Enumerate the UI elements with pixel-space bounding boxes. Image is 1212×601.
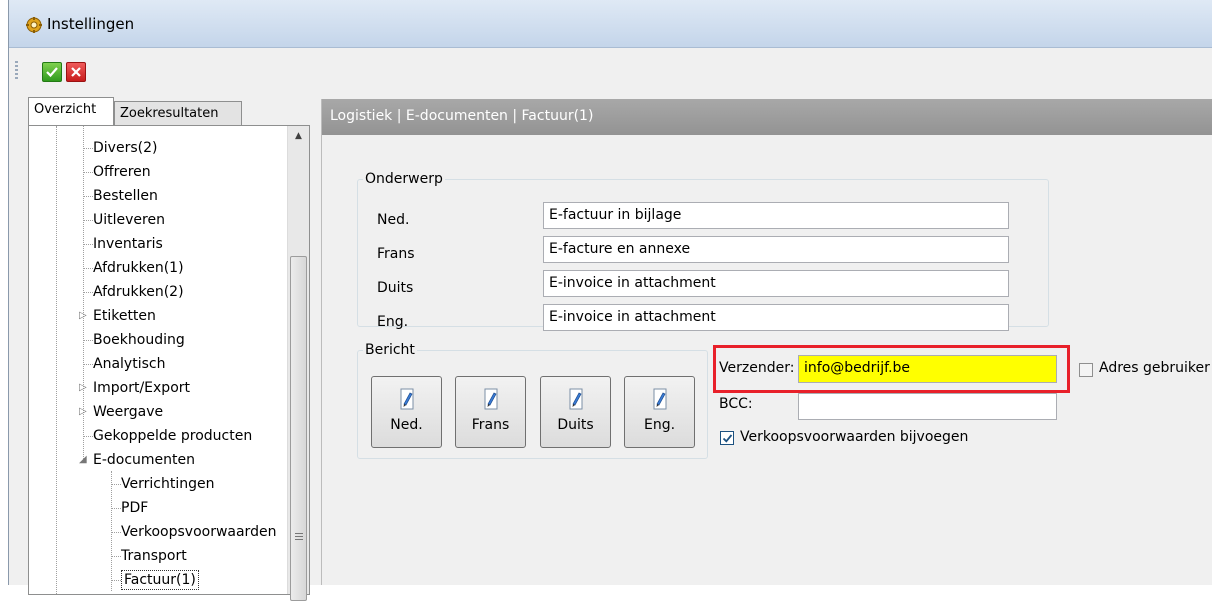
pencil-icon	[569, 388, 583, 410]
tree-list: Divers(2) Offreren Bestellen Uitleveren Inve…	[29, 126, 287, 594]
settings-tree: Divers(2) Offreren Bestellen Uitleveren Inve…	[28, 125, 310, 601]
tree-guide-line	[56, 126, 57, 594]
adres-gebruiker-label: Adres gebruiker	[1099, 360, 1210, 376]
expand-triangle-icon[interactable]: ▷	[79, 406, 87, 417]
tree-item[interactable]: Import/Export	[93, 377, 190, 399]
bcc-label: BCC:	[719, 396, 753, 412]
tree-item[interactable]: Transport	[121, 545, 187, 567]
onderwerp-input-duits[interactable]: E-invoice in attachment	[543, 270, 1009, 297]
tree-item[interactable]: Weergave	[93, 401, 163, 423]
tab-overzicht[interactable]: Overzicht	[28, 97, 114, 125]
tree-guide-line	[84, 292, 93, 293]
breadcrumb: Logistiek | E-documenten | Factuur(1)	[330, 108, 594, 124]
tree-item[interactable]: Bestellen	[93, 185, 158, 207]
tree-guide-line	[112, 484, 121, 485]
bericht-ned-button[interactable]: Ned.	[371, 376, 442, 448]
bericht-eng-button[interactable]: Eng.	[624, 376, 695, 448]
expand-triangle-icon[interactable]: ▷	[79, 310, 87, 321]
tree-item[interactable]: Offreren	[93, 161, 151, 183]
settings-window: Instellingen Overzicht Zoekresultaten Di…	[8, 0, 1212, 601]
gear-icon	[26, 17, 42, 33]
tree-item[interactable]: Etiketten	[93, 305, 156, 327]
bericht-eng-label: Eng.	[643, 417, 676, 433]
bericht-frans-button[interactable]: Frans	[455, 376, 526, 448]
toolbar	[9, 49, 1212, 89]
ok-button[interactable]	[42, 62, 62, 82]
title-bar: Instellingen	[9, 0, 1212, 48]
tree-item[interactable]: Inventaris	[93, 233, 163, 255]
checkmark-icon	[722, 434, 733, 443]
tree-guide-line	[84, 244, 93, 245]
sender-label: Verzender:	[719, 360, 795, 376]
check-icon	[46, 67, 58, 78]
tree-item[interactable]: E-documenten	[93, 449, 195, 471]
tab-zoekresultaten[interactable]: Zoekresultaten	[114, 101, 242, 125]
thumb-grip-icon	[295, 533, 303, 540]
bcc-input[interactable]	[798, 393, 1057, 420]
scroll-up-icon[interactable]: ▲	[288, 126, 309, 146]
adres-gebruiker-checkbox[interactable]	[1079, 363, 1093, 377]
onderwerp-group: Onderwerp Ned. E-factuur in bijlage Fran…	[357, 171, 1049, 331]
onderwerp-legend: Onderwerp	[365, 171, 443, 187]
tree-guide-line	[84, 436, 93, 437]
bericht-duits-label: Duits	[557, 417, 594, 433]
onderwerp-label-duits: Duits	[377, 280, 414, 296]
bericht-frans-label: Frans	[471, 417, 510, 433]
expand-triangle-icon[interactable]: ▷	[79, 382, 87, 393]
sender-email-input[interactable]: info@bedrijf.be	[798, 355, 1057, 383]
toolbar-grip	[15, 61, 18, 79]
bericht-ned-label: Ned.	[390, 417, 423, 433]
settings-detail-panel: Logistiek | E-documenten | Factuur(1) On…	[321, 99, 1212, 585]
pencil-icon	[484, 388, 498, 410]
tree-item[interactable]: Afdrukken(1)	[93, 257, 184, 279]
tree-guide-line	[112, 556, 121, 557]
tree-item[interactable]: Afdrukken(2)	[93, 281, 184, 303]
tree-item[interactable]: Boekhouding	[93, 329, 185, 351]
tree-guide-line	[84, 148, 93, 149]
tree-guide-line	[84, 172, 93, 173]
tree-guide-line	[112, 580, 121, 581]
pencil-icon	[653, 388, 667, 410]
tree-item[interactable]: Analytisch	[93, 353, 165, 375]
tree-guide-line	[84, 364, 93, 365]
cancel-button[interactable]	[66, 62, 86, 82]
bericht-group: Bericht Ned. Frans Duits Eng.	[357, 342, 708, 459]
tree-scrollbar[interactable]: ▲	[287, 126, 309, 601]
tree-item[interactable]: Verrichtingen	[121, 473, 214, 495]
tree-guide-line	[111, 471, 112, 591]
tree-guide-line	[84, 268, 93, 269]
onderwerp-label-frans: Frans	[377, 246, 415, 262]
verkoopsvoorwaarden-label: Verkoopsvoorwaarden bijvoegen	[740, 429, 969, 445]
tree-guide-line	[84, 196, 93, 197]
tree-item[interactable]: Divers(2)	[93, 137, 157, 159]
tree-guide-line	[84, 340, 93, 341]
onderwerp-input-eng[interactable]: E-invoice in attachment	[543, 304, 1009, 331]
collapse-triangle-icon[interactable]: ◢	[79, 454, 87, 465]
bericht-duits-button[interactable]: Duits	[540, 376, 611, 448]
onderwerp-input-frans[interactable]: E-facture en annexe	[543, 236, 1009, 263]
close-icon	[71, 67, 81, 77]
tree-guide-line	[84, 220, 93, 221]
onderwerp-label-ned: Ned.	[377, 212, 410, 228]
tree-guide-line	[112, 532, 121, 533]
tree-item[interactable]: Verkoopsvoorwaarden	[121, 521, 276, 543]
tree-item[interactable]: Uitleveren	[93, 209, 165, 231]
tree-item[interactable]: PDF	[121, 497, 148, 519]
scroll-thumb[interactable]	[290, 256, 307, 601]
bericht-legend: Bericht	[365, 342, 415, 358]
onderwerp-label-eng: Eng.	[377, 314, 409, 330]
verkoopsvoorwaarden-checkbox[interactable]	[720, 431, 734, 445]
tree-item[interactable]: Factuur(1)	[121, 570, 199, 590]
tree-item[interactable]: Gekoppelde producten	[93, 425, 252, 447]
onderwerp-input-ned[interactable]: E-factuur in bijlage	[543, 202, 1009, 229]
window-title: Instellingen	[47, 15, 135, 33]
pencil-icon	[400, 388, 414, 410]
tree-guide-line	[112, 508, 121, 509]
breadcrumb-bar: Logistiek | E-documenten | Factuur(1)	[322, 99, 1212, 135]
